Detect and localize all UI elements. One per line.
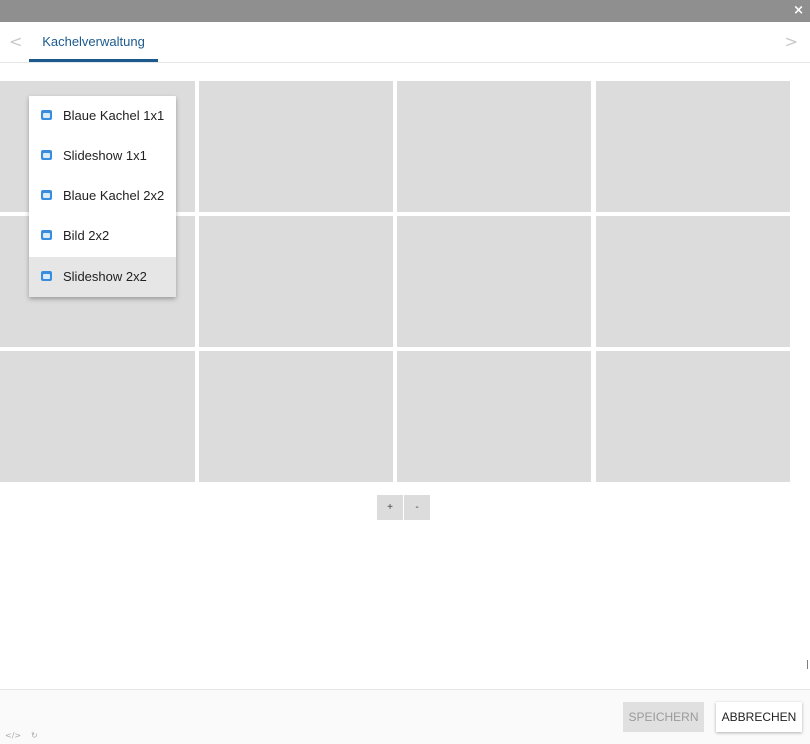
close-icon[interactable]: × — [793, 3, 804, 19]
tile-icon — [41, 230, 52, 240]
grid-cell[interactable] — [397, 351, 591, 482]
grid-cell[interactable] — [199, 351, 393, 482]
remove-row-button[interactable]: - — [404, 495, 430, 520]
menu-item-label: Bild 2x2 — [63, 228, 110, 243]
dialog-title-bar: × — [0, 0, 810, 22]
menu-item-blaue-kachel-1x1[interactable]: Blaue Kachel 1x1 — [29, 96, 176, 136]
grid-cell[interactable] — [0, 351, 195, 482]
tab-bar: < Kachelverwaltung > — [0, 22, 810, 63]
menu-item-bild-2x2[interactable]: Bild 2x2 — [29, 216, 176, 256]
tab-next-icon[interactable]: > — [785, 32, 798, 51]
menu-item-label: Blaue Kachel 1x1 — [63, 108, 165, 123]
grid-cell[interactable] — [596, 216, 790, 347]
menu-item-label: Slideshow 2x2 — [63, 269, 147, 284]
menu-item-label: Blaue Kachel 2x2 — [63, 188, 165, 203]
grid-cell[interactable] — [397, 81, 591, 212]
menu-item-slideshow-2x2[interactable]: Slideshow 2x2 — [29, 257, 176, 297]
tab-kachelverwaltung[interactable]: Kachelverwaltung — [29, 22, 158, 62]
menu-item-label: Slideshow 1x1 — [63, 148, 147, 163]
save-button[interactable]: SPEICHERN — [623, 702, 704, 732]
cancel-button[interactable]: ABBRECHEN — [716, 702, 802, 732]
tile-icon — [41, 190, 52, 200]
tab-prev-icon[interactable]: < — [9, 32, 22, 51]
tile-icon — [41, 150, 52, 160]
grid-cell[interactable] — [596, 351, 790, 482]
grid-cell[interactable] — [596, 81, 790, 212]
edge-marker: | — [806, 660, 810, 670]
refresh-icon[interactable]: ↻ — [31, 731, 38, 740]
grid-cell[interactable] — [397, 216, 591, 347]
tile-type-menu: Blaue Kachel 1x1 Slideshow 1x1 Blaue Kac… — [29, 96, 176, 297]
add-row-button[interactable]: + — [377, 495, 403, 520]
grid-cell[interactable] — [199, 81, 393, 212]
code-icon[interactable]: </> — [5, 731, 21, 740]
tile-icon — [41, 271, 52, 281]
menu-item-slideshow-1x1[interactable]: Slideshow 1x1 — [29, 136, 176, 176]
menu-item-blaue-kachel-2x2[interactable]: Blaue Kachel 2x2 — [29, 176, 176, 216]
tile-icon — [41, 110, 52, 120]
grid-cell[interactable] — [199, 216, 393, 347]
